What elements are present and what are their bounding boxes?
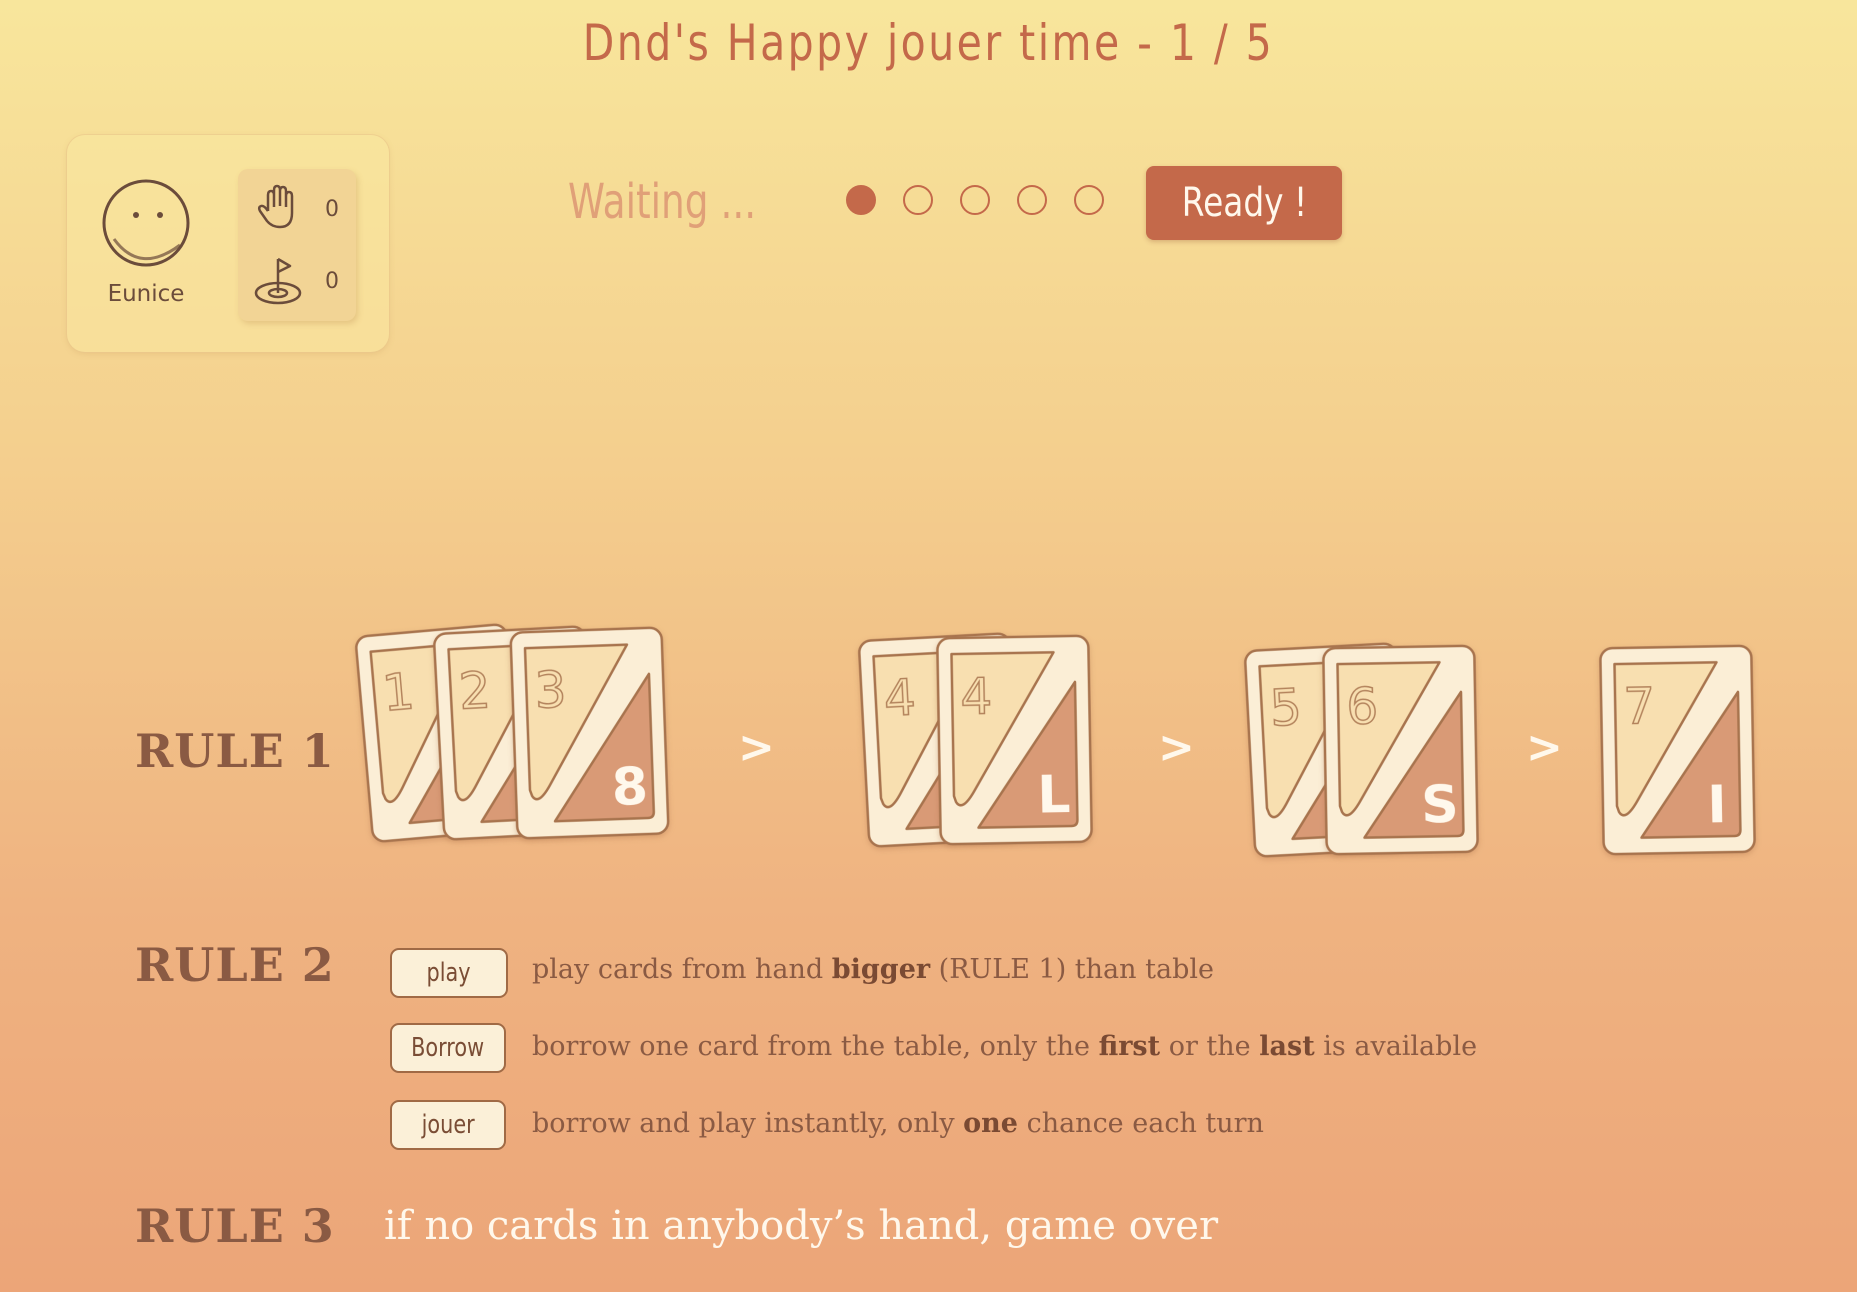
svg-text:5: 5	[1268, 678, 1303, 738]
greater-than-separator: >	[738, 722, 775, 773]
flag-target-icon	[254, 257, 302, 305]
svg-text:4: 4	[960, 667, 993, 726]
rule1-card: 38	[508, 625, 670, 840]
rule1-card: 4L	[935, 634, 1094, 847]
round-dot	[1017, 185, 1047, 215]
round-dot	[1074, 185, 1104, 215]
rule1-card: 7I	[1598, 644, 1757, 857]
round-dot	[846, 185, 876, 215]
round-dot	[960, 185, 990, 215]
player-panel: Eunice 0 0	[67, 135, 389, 352]
ready-label: Ready !	[1181, 180, 1307, 226]
svg-text:S: S	[1421, 775, 1459, 836]
goal-count: 0	[325, 269, 339, 294]
svg-text:3: 3	[534, 661, 568, 720]
rule2-jouer-text: borrow and play instantly, only one chan…	[532, 1108, 1264, 1139]
rule3-label: RULE 3	[135, 1199, 335, 1253]
round-dot	[903, 185, 933, 215]
svg-text:4: 4	[882, 668, 917, 728]
hand-count: 0	[325, 197, 339, 222]
rule2-label: RULE 2	[135, 938, 335, 992]
svg-text:8: 8	[611, 757, 649, 818]
rule2-borrow-text: borrow one card from the table, only the…	[532, 1031, 1478, 1062]
svg-text:1: 1	[380, 662, 417, 723]
greater-than-separator: >	[1158, 722, 1195, 773]
greater-than-separator: >	[1526, 722, 1563, 773]
svg-text:7: 7	[1623, 677, 1656, 736]
svg-text:6: 6	[1346, 677, 1379, 736]
rule1-card: 6S	[1321, 644, 1480, 857]
face-icon	[102, 179, 190, 267]
rule2-play-text: play cards from hand bigger (RULE 1) tha…	[532, 954, 1214, 985]
player-name: Eunice	[107, 281, 185, 307]
jouer-chip: jouer	[390, 1100, 506, 1150]
ready-button[interactable]: Ready !	[1146, 166, 1342, 240]
svg-text:I: I	[1707, 775, 1727, 835]
hand-icon	[257, 184, 294, 229]
svg-text:2: 2	[457, 661, 492, 721]
waiting-status: Waiting ...	[568, 174, 757, 230]
rule3-text: if no cards in anybody’s hand, game over	[384, 1203, 1219, 1249]
page-title: Dnd's Happy jouer time - 1 / 5	[582, 14, 1275, 72]
player-stats: 0 0	[238, 169, 356, 321]
rule1-label: RULE 1	[135, 724, 335, 778]
borrow-chip: Borrow	[390, 1023, 506, 1073]
play-chip: play	[390, 948, 508, 998]
svg-text:L: L	[1037, 765, 1071, 826]
